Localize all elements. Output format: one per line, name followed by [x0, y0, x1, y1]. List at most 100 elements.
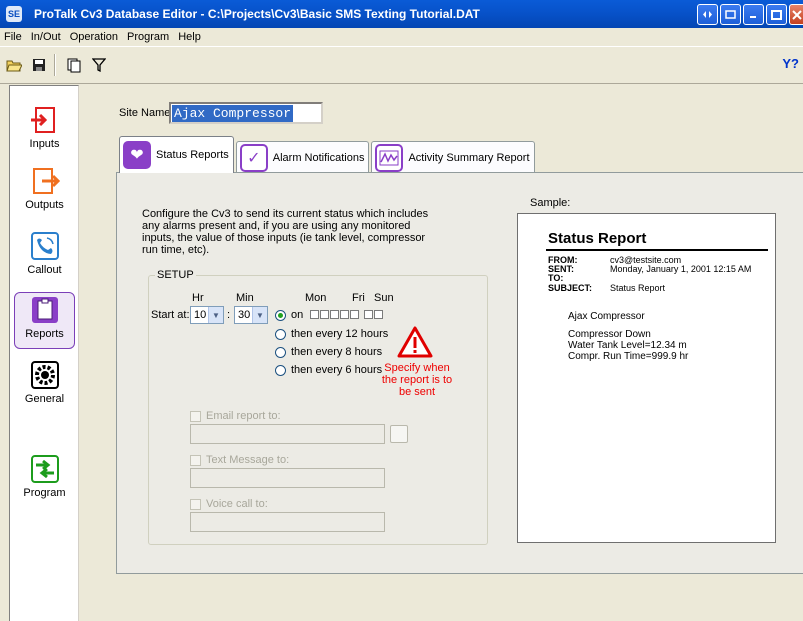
voice-call-checkbox[interactable]: Voice call to: — [190, 498, 268, 510]
warning-text: Specify when the report is to be sent — [381, 362, 453, 398]
menu-in-out[interactable]: In/Out — [31, 31, 61, 43]
reports-icon — [30, 295, 60, 325]
save-icon[interactable] — [28, 54, 50, 76]
menu-operation[interactable]: Operation — [70, 31, 118, 43]
email-checkbox[interactable]: Email report to: — [190, 410, 281, 422]
sidebar-item-callout[interactable]: Callout — [14, 229, 75, 286]
minute-select[interactable]: 30 ▼ — [234, 306, 268, 324]
window-title: ProTalk Cv3 Database Editor - C:\Project… — [34, 7, 480, 21]
hr-label: Hr — [192, 292, 204, 304]
day-checkbox-mon[interactable] — [310, 310, 319, 319]
text-message-field[interactable] — [190, 468, 385, 488]
restore-icon[interactable] — [697, 4, 718, 25]
maximize-icon[interactable] — [766, 4, 787, 25]
radio-label: then every 12 hours — [291, 328, 389, 340]
radio-dot — [275, 309, 286, 321]
day-checkbox-sat[interactable] — [364, 310, 373, 319]
description-text: Configure the Cv3 to send its current st… — [142, 208, 429, 256]
app-icon[interactable] — [720, 4, 741, 25]
sample-field-key: TO: — [548, 273, 564, 283]
program-icon — [30, 454, 60, 484]
sidebar-item-label: Inputs — [29, 138, 60, 150]
inputs-icon — [30, 105, 60, 135]
min-label: Min — [236, 292, 254, 304]
tab-label: Alarm Notifications — [272, 151, 365, 164]
sidebar-item-reports[interactable]: Reports — [14, 292, 75, 349]
status-reports-panel: Configure the Cv3 to send its current st… — [116, 172, 803, 574]
help-filter-icon[interactable]: Y? — [782, 56, 799, 71]
day-checkbox-thu[interactable] — [340, 310, 349, 319]
sample-field-key: SUBJECT: — [548, 283, 593, 293]
copy-icon[interactable] — [63, 54, 85, 76]
radio-every-8-hours[interactable]: then every 8 hours — [275, 346, 382, 358]
checkbox-box — [190, 498, 201, 510]
sample-body-line: Water Tank Level=12.34 m — [568, 340, 687, 351]
hour-value: 10 — [194, 309, 207, 321]
sidebar: Inputs Outputs Callout Reports General P… — [9, 85, 79, 621]
sidebar-item-label: Callout — [27, 264, 62, 276]
day-checkbox-wed[interactable] — [330, 310, 339, 319]
sample-body-line: Compressor Down — [568, 329, 651, 340]
menu-bar: File In/Out Operation Program Help — [0, 28, 803, 46]
email-label: Email report to: — [206, 410, 281, 422]
toolbar-separator — [54, 54, 56, 76]
time-colon: : — [227, 309, 231, 321]
radio-every-6-hours[interactable]: then every 6 hours — [275, 364, 382, 376]
checkbox-box — [190, 454, 201, 466]
hour-select[interactable]: 10 ▼ — [190, 306, 224, 324]
radio-dot — [275, 346, 286, 358]
site-name-label: Site Name: — [119, 107, 174, 119]
sidebar-item-program[interactable]: Program — [14, 452, 75, 509]
site-name-input[interactable]: Ajax Compressor — [169, 102, 323, 124]
tab-label: Activity Summary Report — [408, 151, 530, 164]
radio-dot — [275, 328, 286, 340]
text-message-checkbox[interactable]: Text Message to: — [190, 454, 289, 466]
day-checkbox-fri[interactable] — [350, 310, 359, 319]
day-checkbox-tue[interactable] — [320, 310, 329, 319]
sample-label: Sample: — [530, 197, 571, 209]
tab-strip: ❤ Status Reports ✓ Alarm Notifications A… — [119, 135, 537, 173]
menu-program[interactable]: Program — [127, 31, 169, 43]
email-field[interactable] — [190, 424, 385, 444]
minimize-icon[interactable] — [743, 4, 764, 25]
chevron-down-icon: ▼ — [208, 307, 223, 323]
minute-value: 30 — [238, 309, 251, 321]
sample-field-value: Status Report — [610, 283, 666, 293]
close-icon[interactable] — [789, 4, 803, 25]
tab-activity-summary-report[interactable]: Activity Summary Report — [371, 141, 535, 173]
sample-title: Status Report — [548, 230, 647, 247]
menu-help[interactable]: Help — [178, 31, 201, 43]
sidebar-item-label: General — [24, 393, 65, 405]
checkbox-box — [190, 410, 201, 422]
outputs-icon — [30, 166, 60, 196]
callout-icon — [30, 231, 60, 261]
setup-group: SETUP Hr Min Mon Fri Sun Start at: 10 ▼ … — [148, 269, 488, 545]
menu-file[interactable]: File — [4, 31, 22, 43]
radio-every-12-hours[interactable]: then every 12 hours — [275, 328, 388, 340]
filter-icon[interactable] — [88, 54, 110, 76]
heart-icon: ❤ — [123, 141, 151, 169]
email-browse-button[interactable] — [390, 425, 408, 443]
sidebar-item-inputs[interactable]: Inputs — [14, 103, 75, 160]
warning-icon — [397, 326, 433, 361]
sample-report: Status Report FROM: cv3@testsite.com SEN… — [517, 213, 776, 543]
tab-alarm-notifications[interactable]: ✓ Alarm Notifications — [235, 141, 370, 173]
setup-legend: SETUP — [155, 269, 196, 281]
day-checkbox-sun[interactable] — [374, 310, 383, 319]
tab-status-reports[interactable]: ❤ Status Reports — [119, 136, 234, 173]
voice-call-field[interactable] — [190, 512, 385, 532]
sidebar-item-outputs[interactable]: Outputs — [14, 164, 75, 221]
chevron-down-icon: ▼ — [252, 307, 267, 323]
sidebar-item-label: Reports — [25, 328, 64, 340]
title-bar: SE ProTalk Cv3 Database Editor - C:\Proj… — [0, 0, 803, 28]
tab-label: Status Reports — [156, 149, 229, 161]
open-folder-icon[interactable] — [3, 54, 25, 76]
sample-site-name: Ajax Compressor — [568, 311, 645, 322]
toolbar: Y? — [0, 46, 803, 84]
sidebar-item-general[interactable]: General — [14, 358, 75, 415]
mon-label: Mon — [305, 292, 327, 304]
sample-divider — [546, 249, 768, 251]
sample-field-value: Monday, January 1, 2001 12:15 AM — [610, 264, 752, 274]
radio-on[interactable]: on — [275, 309, 303, 321]
app-icon[interactable]: SE — [6, 6, 22, 22]
